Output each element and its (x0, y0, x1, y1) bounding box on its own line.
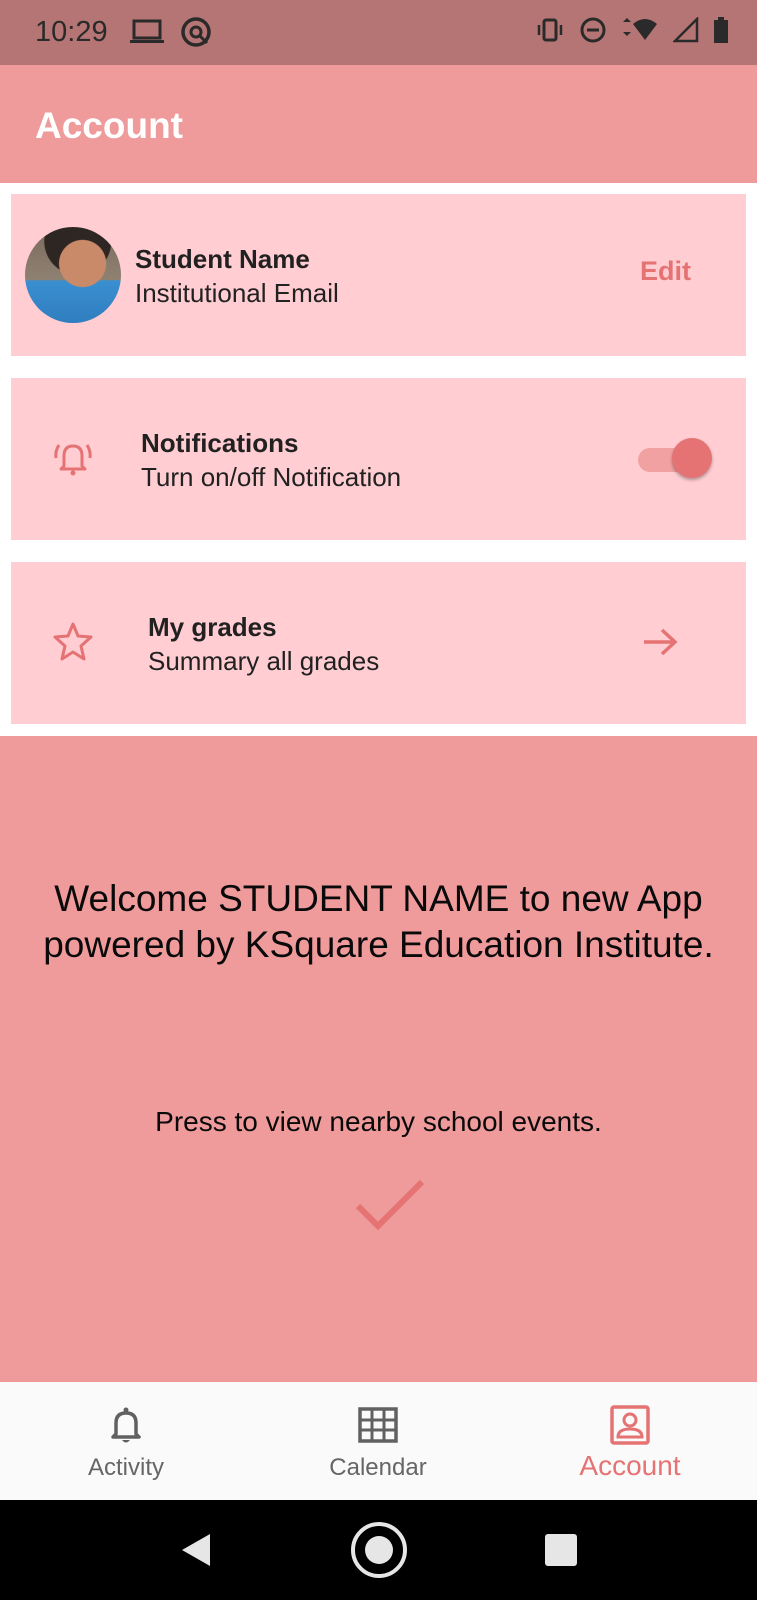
welcome-line-2: powered by KSquare Education Institute. (43, 924, 714, 965)
battery-icon (714, 17, 728, 43)
bell-icon (111, 1407, 141, 1443)
welcome-message: Welcome STUDENT NAME to new App powered … (0, 876, 757, 968)
home-icon[interactable] (350, 1521, 408, 1579)
page-title: Account (35, 105, 183, 146)
laptop-icon (130, 19, 164, 43)
back-icon[interactable] (180, 1532, 212, 1568)
app-bar: Account (0, 65, 757, 183)
account-box-icon (610, 1405, 650, 1445)
star-outline-icon (53, 622, 93, 661)
calendar-grid-icon (358, 1407, 398, 1443)
recents-icon[interactable] (545, 1534, 577, 1566)
nav-item-activity[interactable]: Activity (0, 1382, 252, 1500)
grades-subtitle: Summary all grades (148, 646, 380, 676)
notifications-toggle[interactable] (634, 438, 712, 480)
notifications-subtitle: Turn on/off Notification (141, 462, 402, 492)
do-not-disturb-icon (580, 17, 606, 43)
toggle-thumb (672, 438, 712, 478)
grades-title: My grades (148, 612, 277, 642)
nav-label-account: Account (579, 1450, 681, 1481)
at-sign-icon (181, 17, 211, 47)
nav-label-activity: Activity (87, 1454, 164, 1481)
view-events-prompt[interactable]: Press to view nearby school events. (0, 1106, 757, 1138)
system-navigation-bar (0, 1500, 757, 1600)
nav-item-account[interactable]: Account (504, 1382, 756, 1500)
notifications-title: Notifications (141, 428, 299, 458)
profile-card: Student Name Institutional Email Edit (11, 194, 746, 356)
signal-icon (673, 17, 699, 43)
vibrate-icon (537, 18, 563, 42)
welcome-line-1: Welcome STUDENT NAME to new App (54, 878, 703, 919)
check-icon[interactable] (352, 1176, 432, 1236)
bell-ringing-icon (54, 444, 92, 476)
edit-profile-button[interactable]: Edit (640, 256, 691, 287)
bottom-navigation: Activity Calendar Account (0, 1382, 757, 1500)
grades-card[interactable]: My grades Summary all grades (11, 562, 746, 724)
nav-label-calendar: Calendar (329, 1454, 427, 1481)
student-email: Institutional Email (135, 278, 339, 308)
nav-item-calendar[interactable]: Calendar (252, 1382, 504, 1500)
status-bar: 10:29 (0, 0, 757, 65)
welcome-panel: Welcome STUDENT NAME to new App powered … (0, 736, 757, 1382)
avatar (25, 227, 121, 323)
notifications-card: Notifications Turn on/off Notification (11, 378, 746, 540)
student-name: Student Name (135, 244, 310, 274)
wifi-icon (623, 18, 657, 40)
status-time: 10:29 (35, 16, 108, 48)
arrow-right-icon[interactable] (638, 620, 682, 664)
